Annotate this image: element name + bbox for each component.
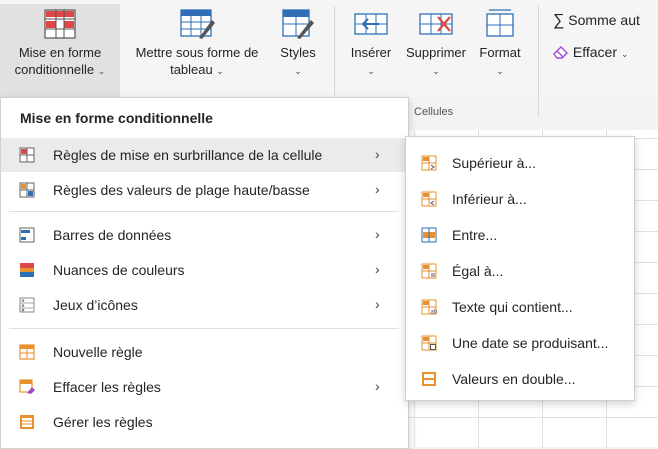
format-cells-icon xyxy=(486,9,514,37)
ribbon-label: Mettre sous forme de xyxy=(135,45,259,60)
clear-rules-icon xyxy=(19,379,35,394)
manage-rules-icon xyxy=(20,415,34,429)
between-icon xyxy=(421,227,437,243)
insert-cells-button[interactable]: Insérer ⌄ xyxy=(344,4,398,97)
submenu-item-label: Texte qui contient... xyxy=(452,299,573,315)
conditional-formatting-button[interactable]: Mise en forme conditionnelle ⌄ xyxy=(0,4,120,97)
conditional-formatting-menu: Mise en forme conditionnelle Règles de m… xyxy=(0,97,409,449)
chevron-down-icon: ⌄ xyxy=(97,66,106,76)
chevron-down-icon: ⌄ xyxy=(216,66,224,76)
chevron-down-icon: ⌄ xyxy=(294,66,302,76)
ribbon-label-line2: ⌄ xyxy=(272,61,324,80)
format-as-table-icon xyxy=(180,9,215,39)
ribbon-divider xyxy=(538,6,539,116)
menu-separator xyxy=(9,328,399,329)
data-bars-icon xyxy=(19,227,35,243)
chevron-down-icon: ⌄ xyxy=(432,66,440,76)
autosum-button[interactable]: ∑ Somme aut xyxy=(553,12,640,30)
submenu-item-less-than[interactable]: Inférieur à... xyxy=(406,183,634,217)
ribbon-label: Supprimer xyxy=(406,45,466,60)
format-cells-button[interactable]: Format ⌄ xyxy=(474,4,526,97)
sigma-icon: ∑ xyxy=(553,12,565,29)
chevron-right-icon: › xyxy=(375,296,380,312)
ribbon-label-line2: ⌄ xyxy=(398,61,474,80)
insert-cells-icon xyxy=(354,13,388,35)
delete-cells-icon xyxy=(419,13,453,35)
menu-item-label: Barres de données xyxy=(53,227,172,243)
menu-separator xyxy=(9,211,399,212)
menu-item-label: Effacer les règles xyxy=(53,379,161,395)
ribbon-label-text: conditionnelle xyxy=(14,62,95,77)
chevron-right-icon: › xyxy=(375,378,380,394)
ribbon-label-line2: conditionnelle ⌄ xyxy=(0,61,120,80)
ribbon-label: Mise en forme xyxy=(18,45,102,60)
menu-item-manage-rules[interactable]: Gérer les règles xyxy=(1,405,407,439)
submenu-item-label: Entre... xyxy=(452,227,498,243)
highlight-rules-icon xyxy=(19,147,35,163)
ribbon-label: Insérer xyxy=(350,45,392,60)
ribbon-label-line2: ⌄ xyxy=(474,61,526,80)
submenu-item-date-occurring[interactable]: Une date se produisant... xyxy=(406,327,634,361)
menu-item-label: Règles des valeurs de plage haute/basse xyxy=(53,182,310,198)
menu-item-label: Nouvelle règle xyxy=(53,344,143,360)
conditional-formatting-icon xyxy=(44,9,76,39)
chevron-right-icon: › xyxy=(375,261,380,277)
ribbon-label-line2: ⌄ xyxy=(344,61,398,80)
cell-styles-button[interactable]: Styles ⌄ xyxy=(272,4,324,97)
submenu-item-between[interactable]: Entre... xyxy=(406,219,634,253)
menu-item-icon-sets[interactable]: Jeux d’icônes › xyxy=(1,288,407,322)
chevron-right-icon: › xyxy=(375,226,380,242)
autosum-label: Somme aut xyxy=(568,12,640,28)
chevron-down-icon: ⌄ xyxy=(367,66,375,76)
color-scales-icon xyxy=(20,263,34,277)
menu-item-label: Règles de mise en surbrillance de la cel… xyxy=(53,147,323,163)
date-occurring-icon xyxy=(421,335,437,351)
highlight-cell-rules-submenu: Supérieur à... Inférieur à... Entre... É… xyxy=(405,136,635,401)
cell-styles-icon xyxy=(282,9,314,39)
menu-item-label: Nuances de couleurs xyxy=(53,262,185,278)
greater-than-icon xyxy=(421,155,437,171)
ribbon-label-text: tableau xyxy=(170,62,213,77)
submenu-item-label: Égal à... xyxy=(452,263,504,279)
new-rule-icon xyxy=(19,344,35,360)
menu-item-label: Gérer les règles xyxy=(53,414,153,430)
icon-sets-icon xyxy=(19,297,35,313)
submenu-item-label: Valeurs en double... xyxy=(452,371,576,387)
menu-item-clear-rules[interactable]: Effacer les règles › xyxy=(1,370,407,404)
duplicate-values-icon xyxy=(422,372,436,386)
chevron-right-icon: › xyxy=(375,181,380,197)
ribbon-label: Styles xyxy=(280,45,316,60)
ribbon-label: Format xyxy=(479,45,521,60)
top-bottom-rules-icon xyxy=(19,182,35,198)
text-contains-icon: ab xyxy=(421,299,437,315)
submenu-item-greater-than[interactable]: Supérieur à... xyxy=(406,147,634,181)
eraser-icon xyxy=(553,46,568,59)
submenu-item-label: Inférieur à... xyxy=(452,191,527,207)
format-as-table-button[interactable]: Mettre sous forme de tableau ⌄ xyxy=(122,4,272,97)
menu-item-new-rule[interactable]: Nouvelle règle xyxy=(1,335,407,369)
submenu-item-label: Supérieur à... xyxy=(452,155,537,171)
equal-to-icon xyxy=(421,263,437,279)
less-than-icon xyxy=(421,191,437,207)
menu-item-highlight-cell-rules[interactable]: Règles de mise en surbrillance de la cel… xyxy=(1,138,407,172)
chevron-down-icon: ⌄ xyxy=(620,49,629,59)
svg-text:ab: ab xyxy=(431,310,438,316)
clear-label: Effacer xyxy=(572,44,617,60)
chevron-right-icon: › xyxy=(375,146,380,162)
menu-item-color-scales[interactable]: Nuances de couleurs › xyxy=(1,253,407,287)
submenu-item-duplicate-values[interactable]: Valeurs en double... xyxy=(406,363,634,397)
submenu-item-text-contains[interactable]: ab Texte qui contient... xyxy=(406,291,634,325)
submenu-item-equal-to[interactable]: Égal à... xyxy=(406,255,634,289)
menu-item-data-bars[interactable]: Barres de données › xyxy=(1,218,407,252)
delete-cells-button[interactable]: Supprimer ⌄ xyxy=(398,4,474,97)
clear-button[interactable]: Effacer ⌄ xyxy=(553,44,628,60)
cells-group-label: Cellules xyxy=(414,106,454,118)
chevron-down-icon: ⌄ xyxy=(496,66,504,76)
menu-item-label: Jeux d’icônes xyxy=(53,297,138,313)
submenu-item-label: Une date se produisant... xyxy=(452,335,609,351)
menu-item-top-bottom-rules[interactable]: Règles des valeurs de plage haute/basse … xyxy=(1,173,407,207)
ribbon: Mise en forme conditionnelle ⌄ Mettre so… xyxy=(0,0,658,118)
ribbon-label-line2: tableau ⌄ xyxy=(122,61,272,80)
menu-title: Mise en forme conditionnelle xyxy=(20,110,213,126)
